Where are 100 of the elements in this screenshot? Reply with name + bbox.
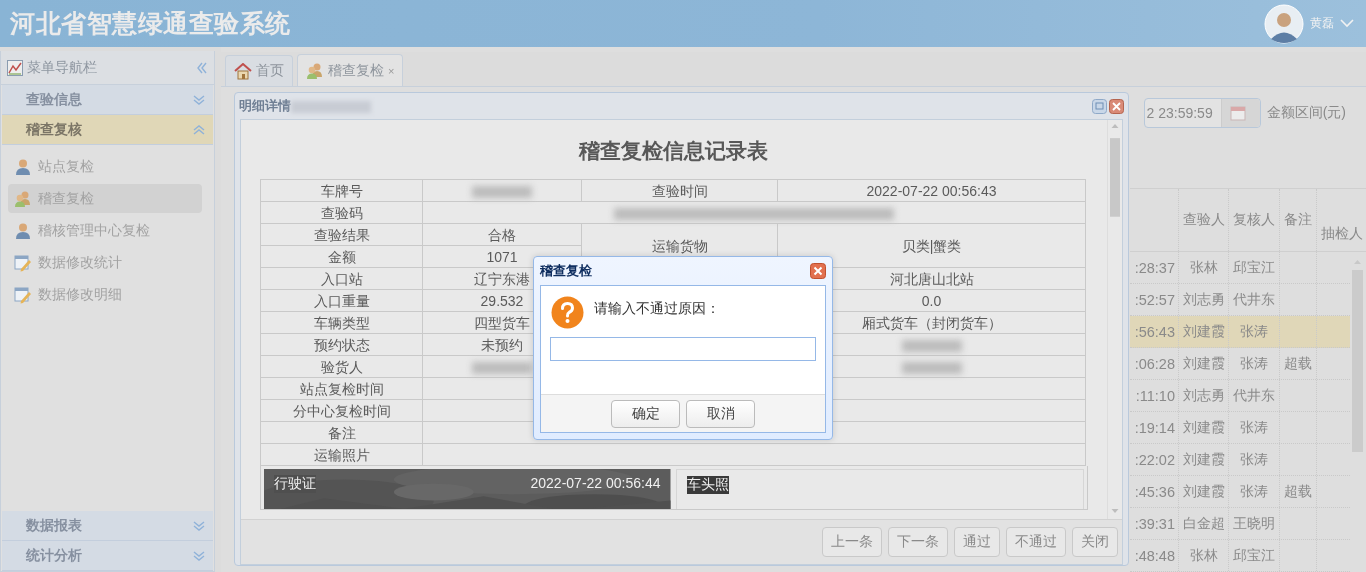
dialog-message: 请输入不通过原因： bbox=[594, 300, 720, 318]
accordion-header[interactable]: 数据报表 bbox=[2, 511, 213, 541]
table-cell: 刘志勇 bbox=[1178, 284, 1228, 315]
toolbar-button[interactable]: 不通过 bbox=[1006, 527, 1066, 557]
field-label: 查验码 bbox=[320, 204, 363, 221]
collapse-sidebar-icon[interactable] bbox=[196, 61, 208, 74]
dialog-button[interactable]: 确定 bbox=[611, 399, 680, 428]
field-label: 车辆类型 bbox=[313, 314, 370, 331]
field-label: 查验结果 bbox=[313, 226, 370, 243]
table-cell: 张涛 bbox=[1228, 412, 1279, 443]
collapse-icon[interactable] bbox=[193, 123, 205, 136]
tab[interactable]: 稽查复检 × bbox=[297, 54, 404, 86]
toolbar-button[interactable]: 关闭 bbox=[1072, 527, 1118, 557]
photo-label: 行驶证 bbox=[274, 475, 316, 493]
table-row[interactable]: :56:43 刘建霞 张涛 bbox=[1130, 316, 1350, 348]
blurred-area bbox=[901, 339, 962, 352]
table-row[interactable]: :06:28 刘建霞 张涛 超载 bbox=[1130, 348, 1350, 380]
accordion-header[interactable]: 统计分析 bbox=[2, 541, 213, 571]
menu-item[interactable]: 站点复检 bbox=[8, 152, 202, 181]
field-value: 厢式货车（封闭货车） bbox=[861, 314, 1002, 331]
maximize-icon[interactable] bbox=[1092, 98, 1107, 114]
toolbar-button[interactable]: 下一条 bbox=[888, 527, 948, 557]
table-cell: 邱宝江 bbox=[1228, 540, 1279, 571]
table-row[interactable]: :39:31 白金超 王晓明 bbox=[1130, 508, 1350, 540]
table-cell: 邱宝江 bbox=[1228, 252, 1279, 283]
table-row[interactable]: :22:02 刘建霞 张涛 bbox=[1130, 444, 1350, 476]
user-icon bbox=[14, 157, 32, 176]
expand-icon[interactable] bbox=[193, 519, 205, 532]
expand-icon[interactable] bbox=[193, 549, 205, 562]
field-value: 2022-07-22 00:56:43 bbox=[866, 182, 997, 199]
field-value: 29.532 bbox=[480, 292, 524, 309]
field-label: 运输照片 bbox=[313, 446, 370, 463]
table-cell-text: :22:02 bbox=[1133, 450, 1176, 470]
calendar-icon[interactable] bbox=[1229, 105, 1246, 121]
chart-icon bbox=[7, 59, 23, 76]
field-label: 验货人 bbox=[320, 358, 363, 375]
dropdown-icon[interactable] bbox=[1340, 19, 1354, 28]
table-cell: 张涛 bbox=[1228, 348, 1279, 379]
table-cell: 张涛 bbox=[1228, 476, 1279, 507]
sidebar-header: 菜单导航栏 bbox=[1, 51, 214, 85]
dialog-title: 稽查复检 bbox=[540, 262, 592, 280]
home-icon bbox=[234, 62, 252, 80]
menu-item[interactable]: 稽核管理中心复检 bbox=[8, 216, 202, 245]
table-cell-text: :45:36 bbox=[1133, 482, 1176, 502]
table-cell: 张林 bbox=[1178, 540, 1228, 571]
table-cell-text: :52:57 bbox=[1133, 290, 1176, 310]
column-header: 备注 bbox=[1279, 189, 1316, 251]
table-cell: 刘建霞 bbox=[1178, 476, 1228, 507]
menu-item[interactable]: 数据修改明细 bbox=[8, 280, 202, 309]
end-time-field[interactable]: 2 23:59:59 bbox=[1143, 98, 1261, 128]
field-label: 站点复检时间 bbox=[299, 380, 384, 397]
column-header: 抽检人 bbox=[1316, 189, 1366, 251]
table-cell-text: :19:14 bbox=[1133, 418, 1176, 438]
table-cell: 代井东 bbox=[1228, 284, 1279, 315]
menu-item[interactable]: 数据修改统计 bbox=[8, 248, 202, 277]
accordion-header[interactable]: 稽查复核 bbox=[2, 115, 213, 145]
tab[interactable]: 首页 bbox=[225, 55, 293, 86]
table-cell: 超载 bbox=[1284, 354, 1312, 373]
table-cell-text: :11:10 bbox=[1134, 386, 1176, 406]
close-icon[interactable] bbox=[810, 263, 826, 279]
user-name[interactable]: 黄磊 bbox=[1310, 15, 1334, 32]
avatar[interactable] bbox=[1264, 3, 1304, 44]
table-cell-text: :39:31 bbox=[1133, 514, 1176, 534]
table-cell: 张涛 bbox=[1228, 316, 1279, 347]
field-label: 备注 bbox=[327, 424, 356, 441]
amount-range-label: 金额区间(元) bbox=[1266, 104, 1346, 122]
table-row[interactable]: :11:10 刘志勇 代井东 bbox=[1130, 380, 1350, 412]
accordion-header[interactable]: 查验信息 bbox=[2, 85, 213, 115]
user-icon bbox=[14, 221, 32, 240]
table-row[interactable]: :48:48 张林 邱宝江 bbox=[1130, 540, 1350, 572]
table-cell-text: :28:37 bbox=[1133, 258, 1176, 278]
field-label: 入口站 bbox=[320, 270, 363, 287]
close-tab-button[interactable]: × bbox=[388, 64, 395, 77]
photo-label: 车头照 bbox=[686, 476, 729, 494]
edit-icon bbox=[14, 285, 32, 304]
reason-input[interactable] bbox=[550, 337, 816, 361]
field-label: 查验时间 bbox=[651, 182, 708, 199]
field-label: 金额 bbox=[327, 248, 356, 265]
table-cell: 代井东 bbox=[1228, 380, 1279, 411]
field-value: 0.0 bbox=[921, 292, 942, 309]
field-value: 1071 bbox=[486, 248, 518, 265]
expand-icon[interactable] bbox=[193, 93, 205, 106]
table-cell: 刘建霞 bbox=[1178, 444, 1228, 475]
users-icon bbox=[14, 189, 32, 208]
table-cell-text: :56:43 bbox=[1133, 322, 1176, 342]
toolbar-button[interactable]: 通过 bbox=[954, 527, 1000, 557]
field-value: 四型货车 bbox=[474, 314, 530, 331]
app-title: 河北省智慧绿通查验系统 bbox=[10, 8, 291, 39]
field-value: 贝类|蟹类 bbox=[901, 237, 962, 254]
table-row[interactable]: :28:37 张林 邱宝江 bbox=[1130, 252, 1350, 284]
blurred-area bbox=[472, 185, 532, 198]
table-row[interactable]: :19:14 刘建霞 张涛 bbox=[1130, 412, 1350, 444]
users-icon bbox=[306, 61, 324, 80]
table-row[interactable]: :45:36 刘建霞 张涛 超载 bbox=[1130, 476, 1350, 508]
close-icon[interactable] bbox=[1109, 98, 1124, 114]
toolbar-button[interactable]: 上一条 bbox=[822, 527, 882, 557]
table-cell: 刘建霞 bbox=[1178, 412, 1228, 443]
field-label: 车牌号 bbox=[320, 182, 363, 199]
table-cell: 刘建霞 bbox=[1178, 316, 1228, 347]
dialog-button[interactable]: 取消 bbox=[686, 399, 755, 428]
